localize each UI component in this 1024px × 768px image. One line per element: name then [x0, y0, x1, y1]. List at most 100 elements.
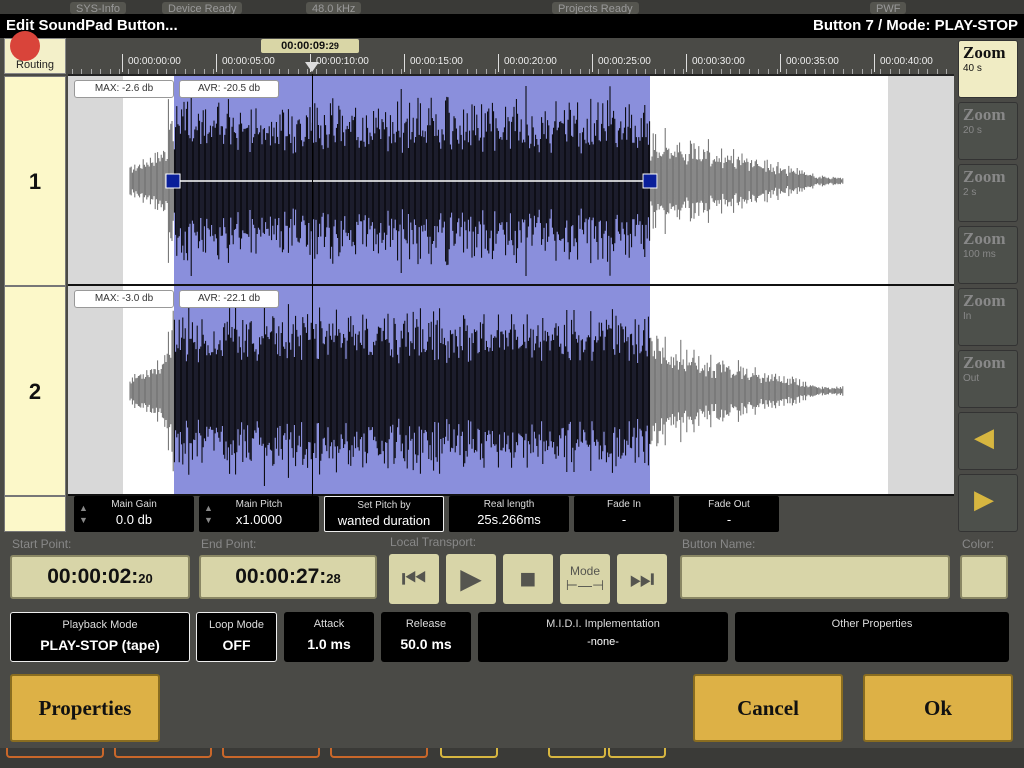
channel-1-label: 1: [4, 76, 66, 286]
ruler-minor-tick: [795, 69, 797, 74]
zoom-button-3[interactable]: Zoom 100 ms: [958, 226, 1018, 284]
ruler-minor-tick: [231, 69, 233, 74]
ruler-tick-label: 00:00:15:00: [410, 56, 463, 67]
title-bar: Edit SoundPad Button... Button 7 / Mode:…: [0, 14, 1024, 38]
ruler-minor-tick: [184, 69, 186, 74]
zoom-sub: 100 ms: [963, 249, 996, 260]
start-handle[interactable]: [165, 173, 181, 189]
waveform-channel-1[interactable]: MAX: -2.6 db AVR: -20.5 db: [68, 76, 954, 286]
ruler-minor-tick: [570, 69, 572, 74]
mode-button[interactable]: Mode ⊢—⊣: [560, 554, 610, 604]
stop-button[interactable]: ■: [503, 554, 553, 604]
ruler-minor-tick: [720, 69, 722, 74]
play-button[interactable]: ▶: [446, 554, 496, 604]
ruler-minor-tick: [654, 69, 656, 74]
ruler-minor-tick: [814, 69, 816, 74]
ruler-minor-tick: [560, 69, 562, 74]
ruler-minor-tick: [419, 69, 421, 74]
ruler-minor-tick: [861, 69, 863, 74]
zoom-button-0[interactable]: Zoom 40 s: [958, 40, 1018, 98]
waveform-1: [129, 86, 844, 276]
ruler-minor-tick: [673, 69, 675, 74]
ruler-minor-tick: [344, 69, 346, 74]
main-gain-control[interactable]: ▲ ▼ Main Gain 0.0 db: [74, 496, 194, 532]
attack-control[interactable]: Attack 1.0 ms: [284, 612, 374, 662]
ruler-tick-line: [874, 54, 875, 72]
start-point-field[interactable]: 00:00:02:20: [10, 555, 190, 599]
ruler-minor-tick: [410, 69, 412, 74]
ruler-minor-tick: [607, 69, 609, 74]
ruler-minor-tick: [513, 69, 515, 74]
midi-implementation-button[interactable]: M.I.D.I. Implementation -none-: [478, 612, 728, 662]
real-length-readout: Real length 25s.266ms: [449, 496, 569, 532]
ruler-minor-tick: [626, 69, 628, 74]
ruler-minor-tick: [683, 69, 684, 74]
color-swatch[interactable]: [960, 555, 1008, 599]
ruler-minor-tick: [288, 69, 290, 74]
ruler-minor-tick: [889, 69, 891, 74]
main-pitch-control[interactable]: ▲ ▼ Main Pitch x1.0000: [199, 496, 319, 532]
arrow-right-icon: ▶: [974, 485, 994, 514]
mode-label: Mode: [569, 564, 601, 578]
ruler-minor-tick: [476, 69, 478, 74]
ruler-minor-tick: [532, 69, 534, 74]
ruler-tick-label: 00:00:10:00: [316, 56, 369, 67]
rewind-to-start-button[interactable]: ⏮: [389, 554, 439, 604]
ruler-minor-tick: [617, 69, 619, 74]
edit-soundpad-dialog: Routing 00:00:09:29 00:00:00:00 00:00:05:…: [0, 31, 1024, 748]
zoom-button-1[interactable]: Zoom 20 s: [958, 102, 1018, 160]
fade-in-control[interactable]: Fade In -: [574, 496, 674, 532]
zoom-sub: 40 s: [963, 63, 982, 74]
end-point-field[interactable]: 00:00:27:28: [199, 555, 377, 599]
ruler-minor-tick: [551, 69, 553, 74]
zoom-button-2[interactable]: Zoom 2 s: [958, 164, 1018, 222]
zoom-button-5[interactable]: Zoom Out: [958, 350, 1018, 408]
timeline-ruler[interactable]: 00:00:09:29 00:00:00:00 00:00:05:00 00:00:…: [68, 38, 954, 76]
ruler-minor-tick: [297, 69, 299, 74]
zoom-button-4[interactable]: Zoom In: [958, 288, 1018, 346]
other-properties-button[interactable]: Other Properties: [735, 612, 1009, 662]
channel-blank-label: [4, 496, 66, 532]
zoom-sub: 2 s: [963, 187, 977, 198]
waveform-2: [129, 296, 844, 486]
waveform-channel-2[interactable]: MAX: -3.0 db AVR: -22.1 db: [68, 286, 954, 496]
zoom-sub: 20 s: [963, 125, 982, 136]
background-pad-strip: [0, 748, 1024, 768]
scroll-left-button[interactable]: ◀: [958, 412, 1018, 470]
ruler-minor-tick: [128, 69, 130, 74]
ruler-minor-tick: [438, 69, 440, 74]
ruler-minor-tick: [946, 69, 948, 74]
ruler-tick-label: 00:00:35:00: [786, 56, 839, 67]
end-handle[interactable]: [642, 173, 658, 189]
fade-out-control[interactable]: Fade Out -: [679, 496, 779, 532]
loop-mode-toggle[interactable]: Loop Mode OFF: [196, 612, 277, 662]
release-control[interactable]: Release 50.0 ms: [381, 612, 471, 662]
ruler-tick-line: [780, 54, 781, 72]
skip-back-icon: ⏮: [401, 563, 427, 594]
playback-mode-selector[interactable]: Playback Mode PLAY-STOP (tape): [10, 612, 190, 662]
ruler-tick-line: [216, 54, 217, 72]
ruler-minor-tick: [401, 69, 402, 74]
ruler-minor-tick: [852, 69, 854, 74]
skip-to-end-button[interactable]: ⏭: [617, 554, 667, 604]
properties-button[interactable]: Properties: [10, 674, 160, 742]
ruler-minor-tick: [664, 69, 666, 74]
bg-rate: 48.0 kHz: [306, 2, 362, 14]
scroll-right-button[interactable]: ▶: [958, 474, 1018, 532]
ruler-minor-tick: [918, 69, 919, 74]
set-pitch-by-control[interactable]: Set Pitch by wanted duration: [324, 496, 444, 532]
routing-button[interactable]: Routing: [4, 31, 66, 74]
channel-2-avr-readout: AVR: -22.1 db: [179, 290, 279, 308]
playhead-cursor-line[interactable]: [312, 74, 313, 532]
ruler-minor-tick: [701, 69, 703, 74]
button-name-input[interactable]: [680, 555, 950, 599]
ruler-tick-label: 00:00:00:00: [128, 56, 181, 67]
zoom-title: Zoom: [963, 167, 1006, 186]
channel-1-max-readout: MAX: -2.6 db: [74, 80, 174, 98]
ruler-tick-label: 00:00:25:00: [598, 56, 651, 67]
ok-button[interactable]: Ok: [863, 674, 1013, 742]
cancel-button[interactable]: Cancel: [693, 674, 843, 742]
ruler-minor-tick: [213, 69, 214, 74]
ruler-minor-tick: [175, 69, 177, 74]
ruler-minor-tick: [495, 69, 496, 74]
